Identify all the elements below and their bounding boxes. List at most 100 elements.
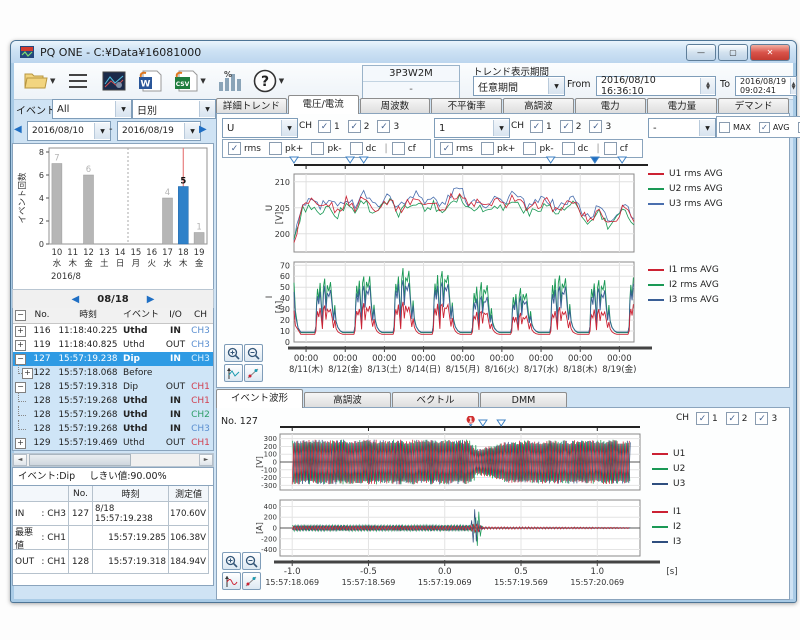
minimize-button[interactable]: — xyxy=(686,44,716,61)
checkbox-dc[interactable]: dc xyxy=(350,142,377,155)
checkbox-box[interactable] xyxy=(377,120,390,133)
waveform-tab-1[interactable]: イベント波形 xyxy=(216,389,303,408)
trend-graph-button[interactable] xyxy=(97,65,131,97)
scroll-left-arrow[interactable]: ◄ xyxy=(13,454,27,466)
event-row[interactable]: +11611:18:40.225UthdINCH3 xyxy=(13,324,213,338)
chevron-down-icon[interactable]: ▼ xyxy=(493,120,509,136)
scroll-right-arrow[interactable]: ► xyxy=(199,454,213,466)
trend-tab-7[interactable]: 電力量 xyxy=(647,98,718,114)
checkbox-pk-[interactable]: pk- xyxy=(523,142,553,155)
checkbox-3[interactable]: 3 xyxy=(589,120,611,133)
checkbox-3[interactable]: 3 xyxy=(377,120,399,133)
checkbox-box[interactable] xyxy=(589,120,602,133)
event-row[interactable]: −12715:57:19.238DipINCH3 xyxy=(13,352,213,366)
checkbox-rms[interactable]: rms xyxy=(228,142,261,155)
checkbox-MAX[interactable]: MAX xyxy=(719,122,751,133)
checkbox-box[interactable] xyxy=(719,122,730,133)
prev-range-arrow[interactable]: ◀ xyxy=(14,124,22,135)
open-folder-button[interactable]: ▼ xyxy=(19,65,59,97)
checkbox-box[interactable] xyxy=(604,142,617,155)
event-row[interactable]: +12915:57:19.469UthdOUTCH1 xyxy=(13,436,213,450)
waveform-compare-tool-button[interactable] xyxy=(242,572,261,590)
checkbox-box[interactable] xyxy=(228,142,241,155)
trend-param2-select[interactable]: 1▼ xyxy=(434,118,510,138)
period-mode-select[interactable]: 任意期間▼ xyxy=(473,76,565,96)
event-histogram-chart[interactable]: 02468710水11木612金13土14日15月16火417水518木119金… xyxy=(13,144,211,287)
event-filter-select[interactable]: All▼ xyxy=(52,99,132,119)
chevron-down-icon[interactable]: ▼ xyxy=(200,77,205,85)
checkbox-1[interactable]: 1 xyxy=(318,120,340,133)
checkbox-box[interactable] xyxy=(530,120,543,133)
prev-day-arrow[interactable]: ◀ xyxy=(72,294,80,305)
checkbox-pk-[interactable]: pk- xyxy=(311,142,341,155)
date-from-select[interactable]: 2016/08/10▼ xyxy=(27,121,111,141)
event-row[interactable]: −12815:57:19.318DipOUTCH1 xyxy=(13,380,213,394)
checkbox-box[interactable] xyxy=(269,142,282,155)
checkbox-1[interactable]: 1 xyxy=(530,120,552,133)
checkbox-pk+[interactable]: pk+ xyxy=(481,142,515,155)
waveform-zoom-in-button[interactable] xyxy=(222,552,241,570)
trend-param1-select[interactable]: U▼ xyxy=(222,118,298,138)
expand-icon[interactable]: + xyxy=(15,340,26,351)
date-to-select[interactable]: 2016/08/19▼ xyxy=(117,121,201,141)
waveform-tab-2[interactable]: 高調波 xyxy=(304,392,391,408)
checkbox-AVG[interactable]: AVG xyxy=(759,122,790,133)
checkbox-box[interactable] xyxy=(481,142,494,155)
trend-tab-2[interactable]: 電圧/電流 xyxy=(288,95,359,114)
checkbox-2[interactable]: 2 xyxy=(560,120,582,133)
checkbox-2[interactable]: 2 xyxy=(348,120,370,133)
title-bar[interactable]: PQ ONE - C:¥Data¥16081000 — ▢ ✕ xyxy=(11,41,796,63)
trend-tab-5[interactable]: 高調波 xyxy=(503,98,574,114)
trend-compare-tool-button[interactable] xyxy=(244,364,263,382)
waveform-zoom-out-button[interactable] xyxy=(242,552,261,570)
checkbox-pk+[interactable]: pk+ xyxy=(269,142,303,155)
trend-tab-4[interactable]: 不平衡率 xyxy=(431,98,502,114)
trend-tab-6[interactable]: 電力 xyxy=(575,98,646,114)
checkbox-box[interactable] xyxy=(318,120,331,133)
trend-zoom-out-button[interactable] xyxy=(244,344,263,362)
spinner-icon[interactable]: ▲▼ xyxy=(790,78,796,94)
close-button[interactable]: ✕ xyxy=(750,44,790,61)
trend-zoom-in-button[interactable] xyxy=(224,344,243,362)
chevron-down-icon[interactable]: ▼ xyxy=(50,77,55,85)
collapse-all-icon[interactable]: − xyxy=(15,310,26,321)
trend-tab-3[interactable]: 周波数 xyxy=(360,98,431,114)
trend-tab-8[interactable]: デマンド xyxy=(718,98,789,114)
checkbox-box[interactable] xyxy=(311,142,324,155)
checkbox-box[interactable] xyxy=(350,142,363,155)
waveform-cursor-tool-button[interactable] xyxy=(222,572,241,590)
event-row[interactable]: +11911:18:40.825UthdOUTCH3 xyxy=(13,338,213,352)
expand-icon[interactable]: + xyxy=(22,368,33,379)
waveform-charts[interactable]: 13002001000-100-200-300[V]4002000-200-40… xyxy=(216,416,788,594)
chevron-down-icon[interactable]: ▼ xyxy=(94,123,110,139)
from-datetime-input[interactable]: 2016/08/10 16:36:10▲▼ xyxy=(596,76,716,96)
chevron-down-icon[interactable]: ▼ xyxy=(184,123,200,139)
checkbox-box[interactable] xyxy=(759,122,770,133)
event-list-button[interactable] xyxy=(61,65,95,97)
to-datetime-input[interactable]: 2016/08/19 09:02:41▲▼ xyxy=(735,76,797,96)
event-table-hscrollbar[interactable]: ◄ ► xyxy=(12,453,214,467)
checkbox-box[interactable] xyxy=(348,120,361,133)
checkbox-cf[interactable]: cf xyxy=(392,142,416,155)
spinner-icon[interactable]: ▲▼ xyxy=(700,78,715,94)
csv-export-button[interactable]: CSV▼ xyxy=(169,65,209,97)
chevron-down-icon[interactable]: ▼ xyxy=(548,78,564,94)
view-mode-select[interactable]: 日別▼ xyxy=(132,99,216,119)
event-row[interactable]: +12215:57:18.068Before xyxy=(13,366,213,380)
checkbox-rms[interactable]: rms xyxy=(440,142,473,155)
chevron-down-icon[interactable]: ▼ xyxy=(199,101,215,117)
chevron-down-icon[interactable]: ▼ xyxy=(281,120,297,136)
chevron-down-icon[interactable]: ▼ xyxy=(115,101,131,117)
checkbox-box[interactable] xyxy=(523,142,536,155)
chevron-down-icon[interactable]: ▼ xyxy=(699,120,715,136)
word-report-button[interactable]: W xyxy=(133,65,167,97)
percent-bars-button[interactable]: % xyxy=(212,65,246,97)
checkbox-cf[interactable]: cf xyxy=(604,142,628,155)
event-row[interactable]: 12815:57:19.268UthdINCH1 xyxy=(13,394,213,408)
checkbox-box[interactable] xyxy=(440,142,453,155)
expand-icon[interactable]: + xyxy=(15,326,26,337)
checkbox-dc[interactable]: dc xyxy=(562,142,589,155)
maximize-button[interactable]: ▢ xyxy=(718,44,748,61)
chevron-down-icon[interactable]: ▼ xyxy=(279,77,284,85)
trend-cursor-tool-button[interactable] xyxy=(224,364,243,382)
